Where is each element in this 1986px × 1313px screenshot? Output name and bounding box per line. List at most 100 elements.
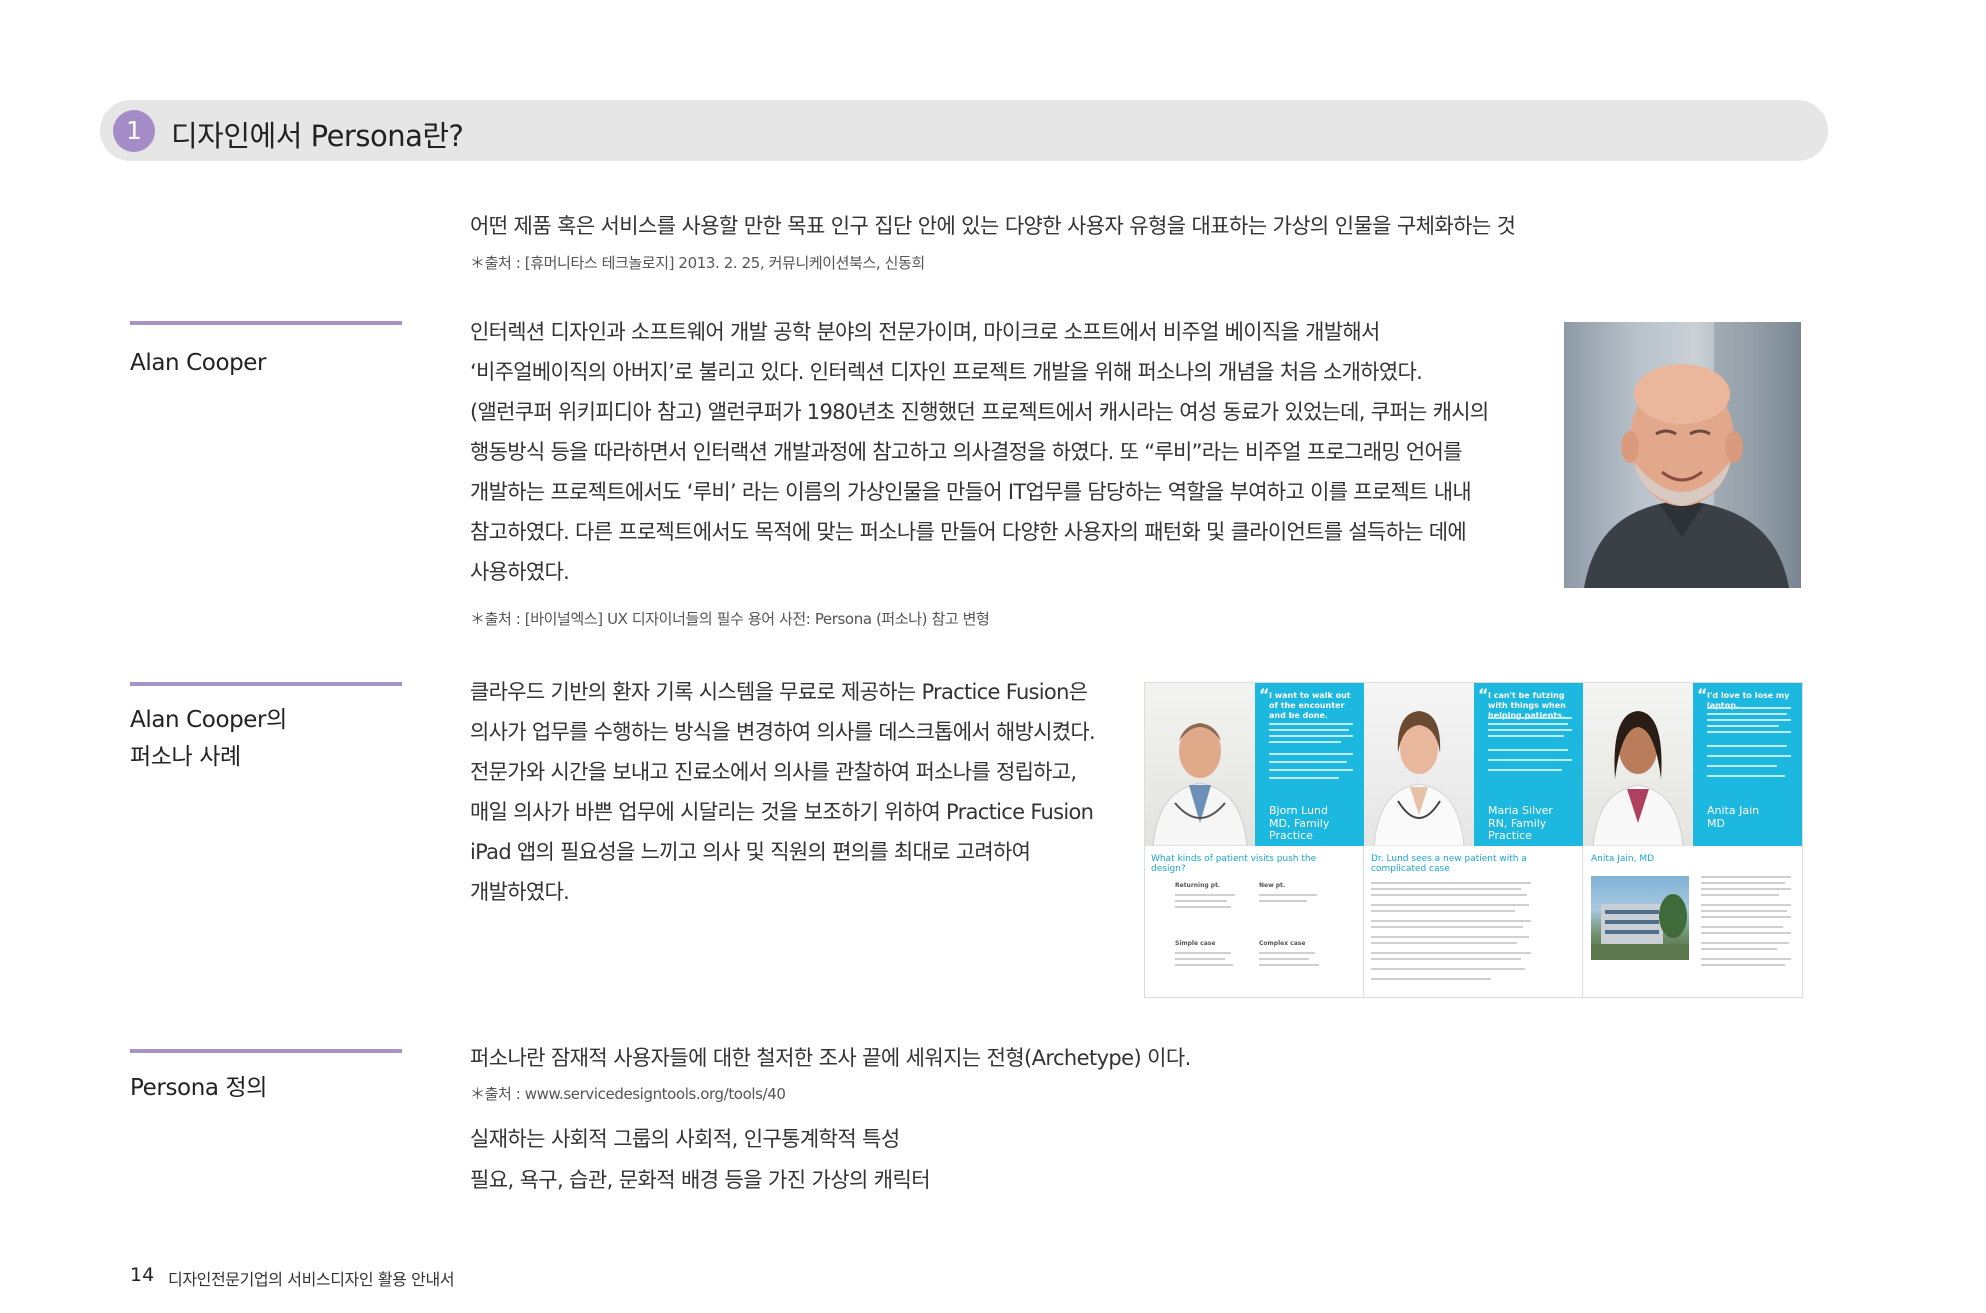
persona-name: Bjorn Lund: [1269, 804, 1328, 817]
alan-cooper-portrait: [1564, 322, 1801, 588]
text-placeholder: [1371, 894, 1527, 896]
text-placeholder: [1259, 964, 1319, 966]
text-placeholder: [1488, 769, 1562, 771]
text-placeholder: [1175, 906, 1231, 908]
lower-heading: Anita Jain, MD: [1591, 854, 1655, 864]
text-placeholder: [1707, 775, 1785, 777]
quote-mark-icon: “: [1697, 685, 1708, 704]
text-placeholder: [1701, 888, 1791, 890]
text-placeholder: [1371, 882, 1531, 884]
text-placeholder: [1488, 717, 1572, 719]
definition-text: 퍼소나란 잠재적 사용자들에 대한 철저한 조사 끝에 세워지는 전형(Arch…: [470, 1046, 1191, 1070]
text-placeholder: [1707, 755, 1791, 757]
text-placeholder: [1701, 916, 1791, 918]
text-placeholder: [1269, 777, 1339, 779]
alan-cooper-paragraph: 인터렉션 디자인과 소프트웨어 개발 공학 분야의 전문가이며, 마이크로 소프…: [470, 312, 1522, 592]
text-placeholder: [1371, 904, 1529, 906]
label-rule: [130, 321, 402, 325]
text-placeholder: [1371, 926, 1523, 928]
definition-source: ＊출처 : www.servicedesigntools.org/tools/4…: [470, 1085, 786, 1103]
footer-title: 디자인전문기업의 서비스디자인 활용 안내서: [168, 1270, 455, 1289]
text-placeholder: [1707, 765, 1777, 767]
text-placeholder: [1701, 882, 1785, 884]
text-placeholder: [1175, 964, 1233, 966]
text-placeholder: [1488, 729, 1572, 731]
text-placeholder: [1175, 900, 1227, 902]
paragraph-line: 참고하였다. 다른 프로젝트에서도 목적에 맞는 퍼소나를 만들어 다양한 사용…: [470, 520, 1467, 544]
paragraph-line: 사용하였다.: [470, 560, 570, 584]
text-placeholder: [1488, 735, 1564, 737]
lower-heading: What kinds of patient visits push the de…: [1151, 854, 1317, 874]
persona-title: MD, Family Practice: [1269, 817, 1330, 842]
text-placeholder: [1175, 952, 1231, 954]
text-placeholder: [1701, 942, 1789, 944]
divider: [1363, 846, 1364, 997]
label-alan-cooper: Alan Cooper: [130, 350, 267, 376]
paragraph-line: 인터렉션 디자인과 소프트웨어 개발 공학 분야의 전문가이며, 마이크로 소프…: [470, 320, 1380, 344]
text-placeholder: [1707, 719, 1791, 721]
persona-quote: I want to walk out of the encounter and …: [1269, 691, 1351, 720]
persona-title: MD: [1707, 817, 1725, 830]
page-number: 14: [130, 1264, 155, 1286]
visit-type: Returning pt.: [1175, 882, 1221, 889]
text-placeholder: [1707, 745, 1787, 747]
text-placeholder: [1269, 741, 1341, 743]
paragraph-line: 의사가 업무를 수행하는 방식을 변경하여 의사를 데스크톱에서 해방시켰다.: [470, 720, 1096, 744]
persona-sheet-lower: What kinds of patient visits push the de…: [1145, 846, 1802, 997]
persona-name: Anita Jain: [1707, 804, 1760, 817]
text-placeholder: [1701, 958, 1791, 960]
persona-info-panel: “ I want to walk out of the encounter an…: [1255, 683, 1364, 846]
persona-card: “ I want to walk out of the encounter an…: [1145, 683, 1364, 847]
text-placeholder: [1269, 729, 1349, 731]
text-placeholder: [1701, 910, 1787, 912]
persona-info-panel: “ I'd love to lose my laptop. Anita Jain…: [1693, 683, 1802, 846]
text-placeholder: [1701, 964, 1785, 966]
text-placeholder: [1701, 948, 1777, 950]
text-placeholder: [1371, 888, 1521, 890]
text-placeholder: [1707, 725, 1779, 727]
label-rule: [130, 682, 402, 686]
lower-heading: Dr. Lund sees a new patient with a compl…: [1371, 854, 1527, 874]
section-title: 디자인에서 Persona란?: [171, 119, 464, 153]
alan-cooper-source: ＊출처 : [바이널엑스] UX 디자이너들의 필수 용어 사전: Person…: [470, 610, 990, 628]
paragraph-line: iPad 앱의 필요성을 느끼고 의사 및 직원의 편의를 최대로 고려하여: [470, 840, 1031, 864]
text-placeholder: [1269, 761, 1347, 763]
visit-type: Complex case: [1259, 940, 1306, 947]
persona-photo: [1364, 683, 1474, 847]
text-placeholder: [1701, 932, 1791, 934]
text-placeholder: [1707, 731, 1791, 733]
text-placeholder: [1269, 735, 1353, 737]
persona-photo: [1145, 683, 1255, 847]
quote-mark-icon: “: [1478, 685, 1489, 704]
persona-card: “ I'd love to lose my laptop. Anita Jain…: [1583, 683, 1802, 847]
paragraph-line: 매일 의사가 바쁜 업무에 시달리는 것을 보조하기 위하여 Practice …: [470, 800, 1094, 824]
text-placeholder: [1371, 910, 1515, 912]
label-case: Alan Cooper의 퍼소나 사례: [130, 702, 287, 776]
text-placeholder: [1371, 942, 1517, 944]
visit-type: Simple case: [1175, 940, 1216, 947]
persona-card: “ I can't be futzing with things when he…: [1364, 683, 1583, 847]
section-number-badge: 1: [113, 110, 155, 152]
label-rule: [130, 1049, 402, 1053]
intro-text: 어떤 제품 혹은 서비스를 사용할 만한 목표 인구 집단 안에 있는 다양한 …: [470, 214, 1516, 238]
visit-type: New pt.: [1259, 882, 1286, 889]
text-placeholder: [1707, 713, 1787, 715]
paragraph-line: 행동방식 등을 따라하면서 인터랙션 개발과정에 참고하고 의사결정을 하였다.…: [470, 440, 1462, 464]
paragraph-line: (앨런쿠퍼 위키피디아 참고) 앨런쿠퍼가 1980년초 진행했던 프로젝트에서…: [470, 400, 1489, 424]
paragraph-line: 전문가와 시간을 보내고 진료소에서 의사를 관찰하여 퍼소나를 정립하고,: [470, 760, 1077, 784]
text-placeholder: [1259, 958, 1309, 960]
persona-sheet-image: “ I want to walk out of the encounter an…: [1144, 682, 1803, 998]
label-definition: Persona 정의: [130, 1075, 268, 1101]
persona-title: RN, Family Practice: [1488, 817, 1547, 842]
label-case-line: Alan Cooper의: [130, 707, 287, 733]
text-placeholder: [1371, 958, 1521, 960]
paragraph-line: 개발하였다.: [470, 880, 570, 904]
text-placeholder: [1371, 978, 1491, 980]
definition-item: 실재하는 사회적 그룹의 사회적, 인구통계학적 특성: [470, 1127, 900, 1151]
definition-item: 필요, 욕구, 습관, 문화적 배경 등을 가진 가상의 캐릭터: [470, 1168, 931, 1192]
text-placeholder: [1701, 876, 1791, 878]
paragraph-line: 클라우드 기반의 환자 기록 시스템을 무료로 제공하는 Practice Fu…: [470, 680, 1088, 704]
persona-name: Maria Silver: [1488, 804, 1553, 817]
text-placeholder: [1701, 894, 1779, 896]
text-placeholder: [1175, 958, 1225, 960]
